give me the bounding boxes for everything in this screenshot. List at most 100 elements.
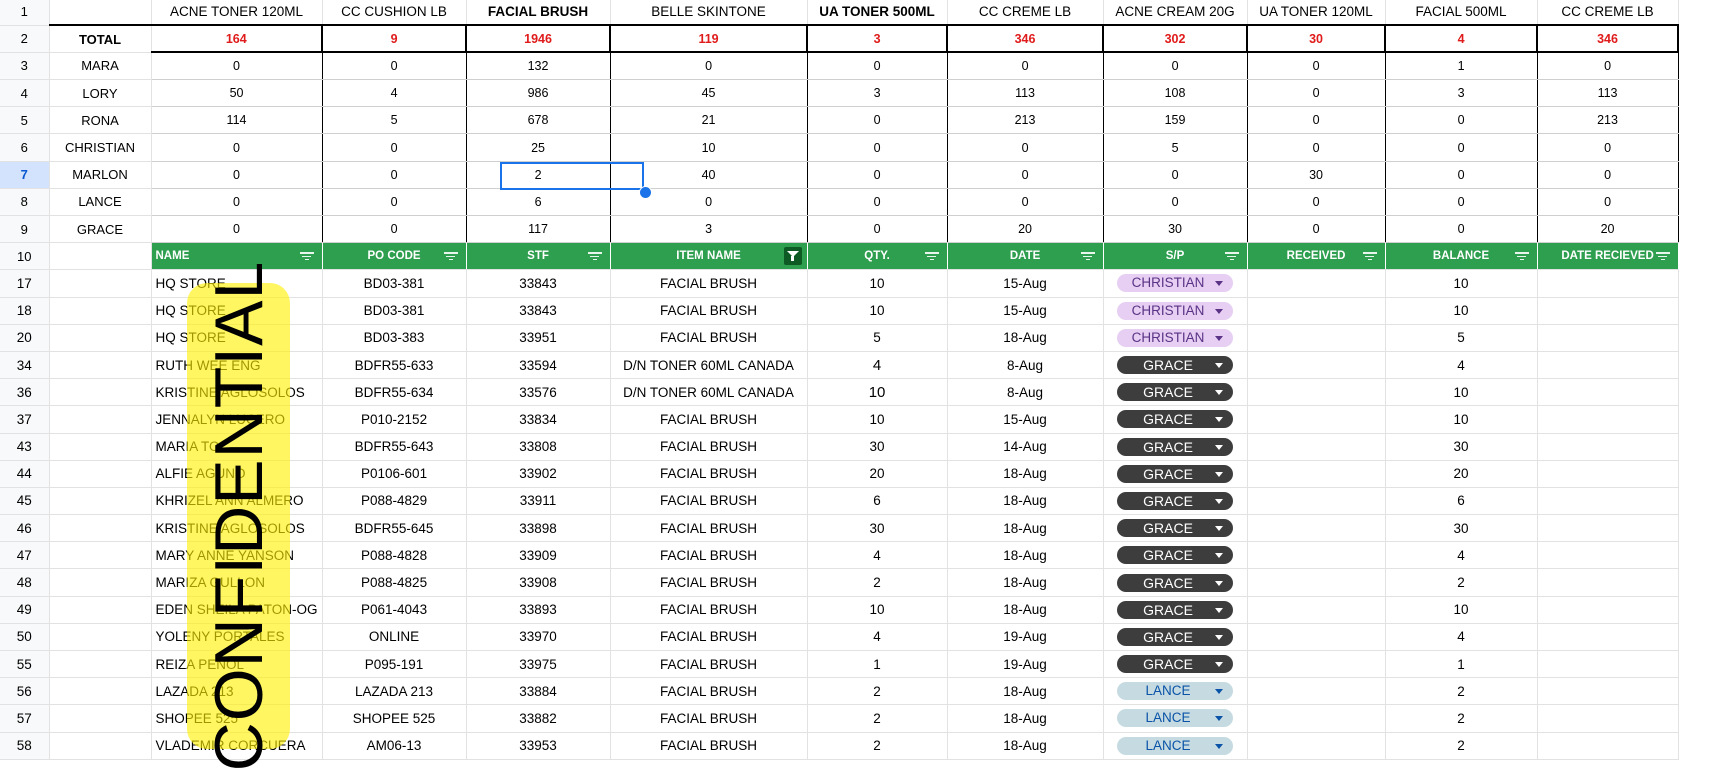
filter-active-icon[interactable] <box>783 247 802 266</box>
filter-icon[interactable] <box>443 252 458 261</box>
product-header-cell[interactable]: UA TONER 500ML <box>807 0 948 26</box>
date-cell[interactable]: 8-Aug <box>947 378 1104 407</box>
cell-blank[interactable] <box>49 650 152 679</box>
date-cell[interactable]: 18-Aug <box>947 487 1104 516</box>
name-cell[interactable]: HQ STORE <box>151 324 323 352</box>
name-cell[interactable]: ALFIE AGUNO <box>151 460 323 488</box>
summary-cell[interactable]: 0 <box>1537 52 1679 81</box>
summary-cell[interactable]: 0 <box>1537 188 1679 217</box>
name-cell[interactable]: YOLENY PORTALES <box>151 623 323 652</box>
cell-blank[interactable] <box>49 0 152 26</box>
received-cell[interactable] <box>1247 405 1386 434</box>
sp-cell[interactable]: GRACE <box>1103 596 1248 624</box>
qty-cell[interactable]: 20 <box>807 460 948 488</box>
name-cell[interactable]: HQ STORE <box>151 269 323 298</box>
salesperson-name[interactable]: CHRISTIAN <box>49 133 152 162</box>
received-cell[interactable] <box>1247 650 1386 679</box>
salesperson-chip-dropdown[interactable]: CHRISTIAN <box>1117 301 1234 320</box>
filter-icon[interactable] <box>1655 252 1670 261</box>
po-cell[interactable]: ONLINE <box>322 623 467 652</box>
name-cell[interactable]: VLADEMIR CORCUERA <box>151 732 323 760</box>
stf-cell[interactable]: 33898 <box>466 514 611 543</box>
column-header-received[interactable]: RECEIVED <box>1247 242 1386 271</box>
summary-cell[interactable]: 21 <box>610 106 808 135</box>
received-cell[interactable] <box>1247 324 1386 352</box>
po-cell[interactable]: BDFR55-634 <box>322 378 467 407</box>
sp-cell[interactable]: CHRISTIAN <box>1103 297 1248 325</box>
stf-cell[interactable]: 33911 <box>466 487 611 516</box>
summary-cell[interactable]: 0 <box>1385 188 1538 217</box>
received-cell[interactable] <box>1247 487 1386 516</box>
stf-cell[interactable]: 33594 <box>466 351 611 380</box>
sp-cell[interactable]: GRACE <box>1103 541 1248 570</box>
balance-cell[interactable]: 2 <box>1385 568 1538 597</box>
summary-cell[interactable]: 0 <box>807 188 948 217</box>
po-cell[interactable]: BDFR55-645 <box>322 514 467 543</box>
balance-cell[interactable]: 2 <box>1385 704 1538 733</box>
stf-cell[interactable]: 33909 <box>466 541 611 570</box>
qty-cell[interactable]: 2 <box>807 732 948 760</box>
po-cell[interactable]: BDFR55-633 <box>322 351 467 380</box>
balance-cell[interactable]: 2 <box>1385 732 1538 760</box>
received-cell[interactable] <box>1247 514 1386 543</box>
po-cell[interactable]: AM06-13 <box>322 732 467 760</box>
summary-cell[interactable]: 0 <box>1385 161 1538 189</box>
salesperson-chip-dropdown[interactable]: GRACE <box>1117 491 1234 510</box>
name-cell[interactable]: JENNALYN LUCERO <box>151 405 323 434</box>
qty-cell[interactable]: 2 <box>807 568 948 597</box>
salesperson-chip-dropdown[interactable]: GRACE <box>1117 600 1234 619</box>
summary-cell[interactable]: 30 <box>1103 215 1248 244</box>
qty-cell[interactable]: 4 <box>807 541 948 570</box>
salesperson-chip-dropdown[interactable]: GRACE <box>1117 627 1234 646</box>
total-cell[interactable]: 3 <box>807 24 949 54</box>
sp-cell[interactable]: GRACE <box>1103 378 1248 407</box>
salesperson-name[interactable]: MARLON <box>49 161 152 189</box>
po-cell[interactable]: P0106-601 <box>322 460 467 488</box>
sp-cell[interactable]: LANCE <box>1103 732 1248 760</box>
product-header-cell[interactable]: CC CREME LB <box>947 0 1104 26</box>
stf-cell[interactable]: 33975 <box>466 650 611 679</box>
summary-cell[interactable]: 213 <box>1537 106 1679 135</box>
name-cell[interactable]: KRISTINE AGLOSOLOS <box>151 514 323 543</box>
total-cell[interactable]: 9 <box>322 24 468 54</box>
po-cell[interactable]: BD03-381 <box>322 269 467 298</box>
cell-blank[interactable] <box>49 324 152 352</box>
cell-blank[interactable] <box>49 269 152 298</box>
po-cell[interactable]: P088-4829 <box>322 487 467 516</box>
cell-blank[interactable] <box>49 677 152 706</box>
stf-cell[interactable]: 33884 <box>466 677 611 706</box>
date-received-cell[interactable] <box>1537 704 1679 733</box>
date-received-cell[interactable] <box>1537 677 1679 706</box>
qty-cell[interactable]: 2 <box>807 704 948 733</box>
date-cell[interactable]: 15-Aug <box>947 405 1104 434</box>
column-header-item-name[interactable]: ITEM NAME <box>610 242 808 271</box>
stf-cell[interactable]: 33951 <box>466 324 611 352</box>
row-number[interactable]: 36 <box>0 378 50 407</box>
row-number[interactable]: 44 <box>0 460 50 488</box>
salesperson-chip-dropdown[interactable]: LANCE <box>1117 682 1234 701</box>
summary-cell[interactable]: 3 <box>807 79 948 108</box>
item-cell[interactable]: FACIAL BRUSH <box>610 596 808 624</box>
row-number[interactable]: 45 <box>0 487 50 516</box>
cell-blank[interactable] <box>49 351 152 380</box>
salesperson-chip-dropdown[interactable]: GRACE <box>1117 464 1234 483</box>
summary-cell[interactable]: 0 <box>1537 133 1679 162</box>
salesperson-chip-dropdown[interactable]: GRACE <box>1117 356 1234 375</box>
summary-cell[interactable]: 0 <box>1247 215 1386 244</box>
fill-handle[interactable] <box>639 186 652 199</box>
summary-cell[interactable]: 678 <box>466 106 611 135</box>
summary-cell[interactable]: 114 <box>151 106 323 135</box>
date-cell[interactable]: 19-Aug <box>947 650 1104 679</box>
po-cell[interactable]: BD03-383 <box>322 324 467 352</box>
summary-cell[interactable]: 30 <box>1247 161 1386 189</box>
row-number[interactable]: 6 <box>0 133 50 162</box>
total-cell[interactable]: 30 <box>1247 24 1387 54</box>
sp-cell[interactable]: LANCE <box>1103 677 1248 706</box>
stf-cell[interactable]: 33893 <box>466 596 611 624</box>
name-cell[interactable]: KRISTINE AGLOSOLOS <box>151 378 323 407</box>
date-received-cell[interactable] <box>1537 487 1679 516</box>
balance-cell[interactable]: 5 <box>1385 324 1538 352</box>
date-received-cell[interactable] <box>1537 351 1679 380</box>
balance-cell[interactable]: 30 <box>1385 433 1538 461</box>
product-header-cell[interactable]: UA TONER 120ML <box>1247 0 1386 26</box>
